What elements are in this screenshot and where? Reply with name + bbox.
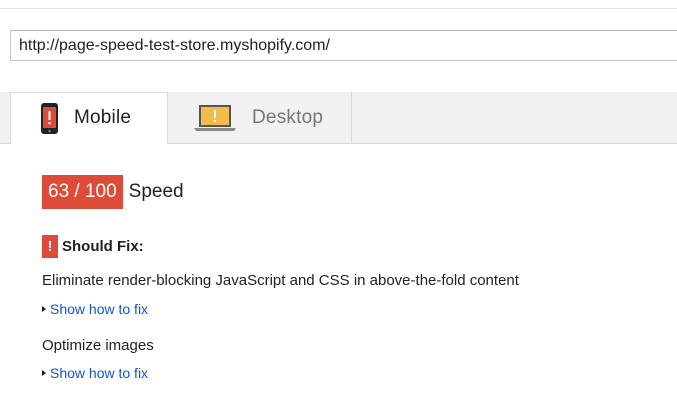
tab-desktop-label: Desktop — [252, 106, 324, 128]
tab-mobile[interactable]: Mobile — [10, 92, 168, 144]
show-how-to-fix-link[interactable]: Show how to fix — [42, 301, 148, 317]
score-row: 63 / 100 Speed — [42, 175, 184, 209]
should-fix-heading: ! Should Fix: — [42, 234, 144, 258]
score-label: Speed — [128, 181, 184, 202]
show-how-to-fix-label: Show how to fix — [50, 365, 149, 381]
warning-icon: ! — [42, 234, 58, 258]
device-tab-bar: Mobile Desktop — [0, 92, 677, 144]
score-badge: 63 / 100 — [42, 175, 123, 209]
tab-desktop[interactable]: Desktop — [168, 92, 352, 143]
laptop-icon — [193, 103, 237, 133]
show-how-to-fix-link[interactable]: Show how to fix — [42, 365, 148, 381]
rule-title: Optimize images — [42, 337, 154, 354]
mobile-phone-icon — [41, 102, 58, 134]
should-fix-label: Should Fix: — [62, 237, 144, 255]
show-how-to-fix-label: Show how to fix — [50, 301, 149, 317]
tab-mobile-label: Mobile — [74, 107, 132, 128]
rule-title: Eliminate render-blocking JavaScript and… — [42, 272, 519, 289]
url-input[interactable] — [10, 30, 677, 61]
expand-arrow-icon — [42, 306, 46, 312]
top-divider — [0, 8, 677, 9]
expand-arrow-icon — [42, 370, 46, 376]
